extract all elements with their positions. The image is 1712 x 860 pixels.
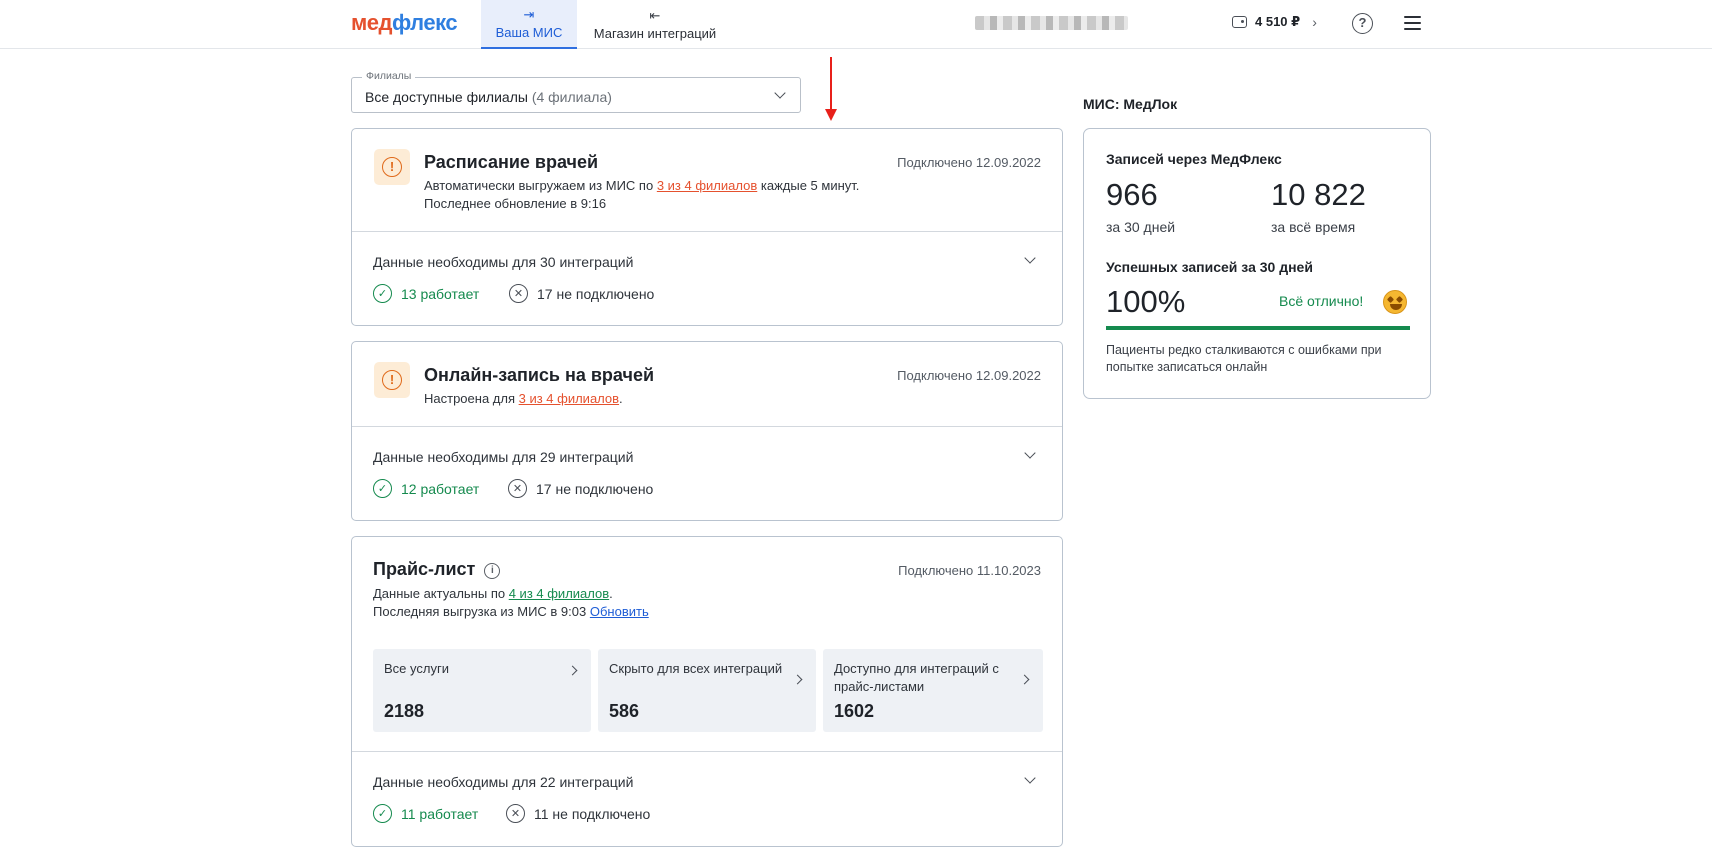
working-count: ✓ 11 работает (373, 804, 478, 823)
success-percent: 100% (1106, 284, 1186, 319)
logout-arrow-icon: ⇤ (649, 7, 661, 23)
tile-label: Скрыто для всех интеграций (609, 661, 783, 676)
records-30-days-label: за 30 дней (1106, 219, 1176, 235)
x-circle-icon: ✕ (509, 284, 528, 303)
branch-select-legend: Филиалы (362, 70, 416, 82)
tile-value: 2188 (384, 701, 425, 721)
chevron-right-icon (792, 674, 803, 685)
records-30-days: 966 (1106, 177, 1158, 212)
x-circle-icon: ✕ (506, 804, 525, 823)
integrations-summary[interactable]: Данные необходимы для 30 интеграций ✓ 13… (352, 232, 1062, 325)
branch-select-value: Все доступные филиалы (4 филиала) (365, 89, 612, 105)
warning-icon: ! (382, 157, 402, 177)
branch-count: (4 филиала) (531, 89, 612, 105)
chevron-down-icon[interactable] (1024, 252, 1036, 264)
last-update: Последнее обновление в 9:16 (424, 196, 607, 211)
info-icon[interactable]: i (484, 563, 501, 579)
check-circle-icon: ✓ (373, 284, 392, 303)
tile-all-services[interactable]: Все услуги 2188 (373, 649, 591, 732)
red-arrow-annotation (825, 57, 837, 121)
tab-your-mis[interactable]: ⇥ Ваша МИС (481, 0, 577, 49)
success-footnote: Пациенты редко сталкиваются с ошибками п… (1106, 343, 1382, 374)
tile-hidden-services[interactable]: Скрыто для всех интеграций 586 (598, 649, 816, 732)
branches-link[interactable]: 3 из 4 филиалов (657, 178, 757, 193)
tile-label: Все услуги (384, 661, 449, 676)
warning-icon: ! (382, 370, 402, 390)
wallet-icon (1232, 16, 1247, 28)
top-header: медфлекс ⇥ Ваша МИС ⇤ Магазин интеграций… (0, 0, 1712, 49)
chevron-right-icon: › (1312, 14, 1317, 30)
chevron-right-icon (567, 665, 578, 676)
refresh-link[interactable]: Обновить (590, 604, 649, 619)
tab-label: Ваша МИС (495, 24, 563, 40)
tile-value: 1602 (834, 701, 875, 721)
branches-link[interactable]: 3 из 4 филиалов (519, 391, 619, 406)
success-progress-fill (1106, 326, 1410, 330)
chevron-right-icon (1019, 674, 1030, 685)
tile-label: Доступно для интеграций с прайс-листами (834, 661, 999, 694)
card-title: Расписание врачей (424, 152, 599, 172)
connected-date: Подключено 12.09.2022 (897, 368, 1041, 383)
star-struck-emoji-icon (1383, 290, 1407, 314)
working-count: ✓ 12 работает (373, 479, 479, 498)
card-title: Прайс-лист i (373, 559, 501, 580)
login-arrow-icon: ⇥ (523, 6, 535, 22)
help-icon[interactable]: ? (1352, 13, 1373, 34)
check-circle-icon: ✓ (373, 479, 392, 498)
card-description: Настроена для 3 из 4 филиалов. (424, 391, 623, 406)
last-export: Последняя выгрузка из МИС в 9:03 (373, 604, 587, 619)
warning-badge: ! (374, 149, 410, 185)
chevron-down-icon (774, 87, 786, 99)
success-progress-bar (1106, 326, 1410, 330)
tab-integration-store[interactable]: ⇤ Магазин интеграций (583, 0, 727, 49)
check-circle-icon: ✓ (373, 804, 392, 823)
mis-name-label: МИС: МедЛок (1083, 96, 1178, 112)
not-connected-count: ✕ 17 не подключено (508, 479, 653, 498)
tab-label: Магазин интеграций (593, 25, 717, 41)
balance-amount: 4 510 ₽ (1255, 14, 1301, 29)
not-connected-count: ✕ 11 не подключено (506, 804, 650, 823)
blurred-user-name[interactable] (975, 16, 1128, 30)
card-description: Автоматически выгружаем из МИС по 3 из 4… (424, 178, 860, 211)
chevron-down-icon[interactable] (1024, 447, 1036, 459)
integrations-need-label: Данные необходимы для 29 интеграций (373, 449, 634, 465)
card-doctor-schedule: ! Расписание врачей Подключено 12.09.202… (351, 128, 1063, 326)
warning-badge: ! (374, 362, 410, 398)
card-online-booking: ! Онлайн-запись на врачей Подключено 12.… (351, 341, 1063, 521)
success-title: Успешных записей за 30 дней (1106, 259, 1313, 275)
stats-card: Записей через МедФлекс 966 за 30 дней 10… (1083, 128, 1431, 399)
branches-link[interactable]: 4 из 4 филиалов (509, 586, 609, 601)
card-title: Онлайн-запись на врачей (424, 365, 655, 385)
tile-value: 586 (609, 701, 640, 721)
records-all-time-label: за всё время (1271, 219, 1356, 235)
connected-date: Подключено 12.09.2022 (897, 155, 1041, 170)
medflex-logo[interactable]: медфлекс (351, 10, 458, 36)
integrations-summary[interactable]: Данные необходимы для 22 интеграций ✓ 11… (352, 752, 1062, 846)
menu-icon[interactable] (1404, 16, 1421, 30)
card-description: Данные актуальны по 4 из 4 филиалов. Пос… (373, 586, 649, 619)
records-all-time: 10 822 (1271, 177, 1366, 212)
not-connected-count: ✕ 17 не подключено (509, 284, 654, 303)
integrations-need-label: Данные необходимы для 22 интеграций (373, 774, 634, 790)
integrations-need-label: Данные необходимы для 30 интеграций (373, 254, 634, 270)
success-note: Всё отлично! (1279, 293, 1364, 309)
balance-button[interactable]: 4 510 ₽ › (1232, 14, 1317, 30)
working-count: ✓ 13 работает (373, 284, 479, 303)
x-circle-icon: ✕ (508, 479, 527, 498)
tile-available-services[interactable]: Доступно для интеграций с прайс-листами … (823, 649, 1043, 732)
connected-date: Подключено 11.10.2023 (898, 563, 1041, 578)
records-title: Записей через МедФлекс (1106, 151, 1282, 167)
integrations-summary[interactable]: Данные необходимы для 29 интеграций ✓ 12… (352, 427, 1062, 520)
card-price-list: Прайс-лист i Подключено 11.10.2023 Данные… (351, 536, 1063, 847)
chevron-down-icon[interactable] (1024, 772, 1036, 784)
branch-select[interactable]: Филиалы Все доступные филиалы (4 филиала… (351, 70, 801, 113)
